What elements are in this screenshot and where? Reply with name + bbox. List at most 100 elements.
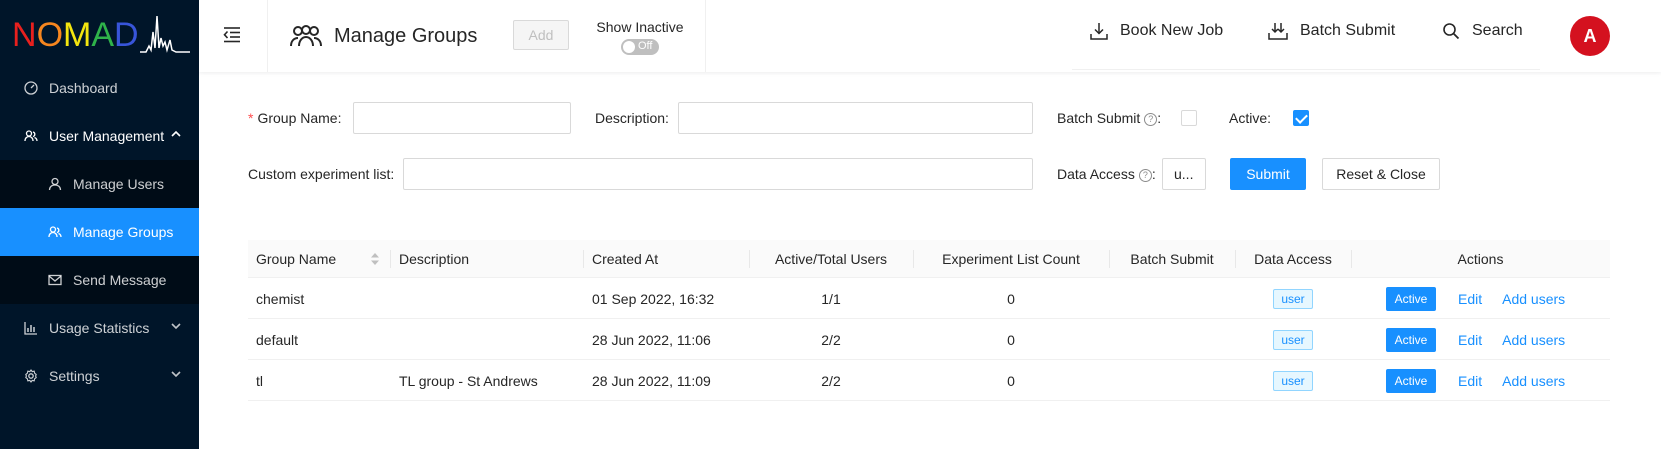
description-input[interactable] [678, 102, 1033, 134]
sidebar-item-label: User Management [49, 128, 165, 144]
description-label: Description: [595, 110, 669, 126]
table-row: tl TL group - St Andrews 28 Jun 2022, 11… [248, 360, 1610, 401]
cell-batch-submit [1109, 319, 1235, 360]
sidebar-item-settings[interactable]: Settings [0, 352, 199, 400]
logo-letter: A [91, 16, 115, 54]
book-new-job-label: Book New Job [1120, 22, 1224, 39]
sidebar-item-manage-users[interactable]: Manage Users [0, 160, 199, 208]
cell-experiment-count: 0 [1007, 372, 1015, 389]
logo-letter: O [36, 16, 64, 54]
search-label: Search [1472, 22, 1523, 39]
nomad-logo[interactable]: NOMAD [12, 10, 190, 56]
cell-created-at: 01 Sep 2022, 16:32 [592, 290, 715, 307]
data-access-select[interactable]: u... [1162, 158, 1206, 190]
edit-link[interactable]: Edit [1458, 291, 1482, 307]
edit-link[interactable]: Edit [1458, 332, 1482, 348]
column-header-experiment-count: Experiment List Count [942, 251, 1080, 267]
data-access-value: u... [1174, 166, 1194, 182]
add-users-link[interactable]: Add users [1502, 291, 1565, 307]
mail-icon [47, 272, 63, 288]
batch-submit-checkbox[interactable] [1181, 110, 1197, 126]
cell-data-access: user [1235, 360, 1351, 401]
column-header-users: Active/Total Users [774, 251, 888, 267]
book-new-job-button[interactable]: Book New Job [1090, 22, 1223, 40]
sidebar-item-user-management[interactable]: User Management [0, 112, 199, 160]
show-inactive-label: Show Inactive [596, 19, 684, 35]
group-name-label-text: Group Name [257, 110, 338, 126]
cell-created-at: 28 Jun 2022, 11:06 [592, 331, 711, 348]
custom-experiment-list-label: Custom experiment list: [248, 166, 395, 182]
batch-submit-button[interactable]: Batch Submit [1268, 22, 1395, 40]
cell-experiment-count: 0 [1007, 290, 1015, 307]
cell-actions: Active Edit Add users [1386, 360, 1565, 401]
cell-users: 2/2 [821, 331, 841, 348]
description-label-text: Description [595, 110, 666, 126]
sidebar-item-usage-statistics[interactable]: Usage Statistics [0, 304, 199, 352]
user-icon [47, 176, 63, 192]
sidebar-item-label: Manage Users [73, 176, 165, 192]
chevron-down-icon [171, 323, 181, 330]
access-tag: user [1273, 288, 1313, 309]
sidebar-item-manage-groups[interactable]: Manage Groups [0, 208, 199, 256]
cell-users: 2/2 [821, 372, 841, 389]
app-root: NOMAD Dashboard User Management Manage U… [0, 0, 1661, 449]
active-status-button[interactable]: Active [1386, 368, 1436, 393]
active-checkbox[interactable] [1293, 110, 1309, 126]
required-marker: * [248, 110, 254, 126]
show-inactive-control: Show Inactive Off [590, 19, 690, 60]
toggle-knob [623, 41, 635, 53]
active-status-button[interactable]: Active [1386, 286, 1436, 311]
cell-group-name: tl [256, 372, 263, 389]
gear-icon [23, 368, 39, 384]
team-icon [290, 25, 322, 47]
add-group-button[interactable]: Add [513, 20, 569, 50]
download-icon [1090, 23, 1108, 40]
menu-fold-icon[interactable] [222, 24, 242, 44]
sidebar-item-label: Usage Statistics [49, 320, 150, 336]
user-avatar[interactable]: A [1570, 16, 1610, 56]
sidebar-item-send-message[interactable]: Send Message [0, 256, 199, 304]
logo-letter: D [114, 16, 139, 54]
submit-button[interactable]: Submit [1230, 158, 1306, 190]
column-separator [390, 250, 391, 268]
group-name-input[interactable] [353, 102, 571, 134]
active-status-button[interactable]: Active [1386, 327, 1436, 352]
question-circle-icon[interactable]: ? [1144, 113, 1158, 126]
cell-data-access: user [1235, 319, 1351, 360]
header-underline [1072, 69, 1540, 70]
search-button[interactable]: Search [1442, 22, 1523, 40]
access-tag: user [1273, 329, 1313, 350]
edit-link[interactable]: Edit [1458, 373, 1482, 389]
show-inactive-toggle[interactable]: Off [621, 39, 659, 55]
sidebar-item-dashboard[interactable]: Dashboard [0, 64, 199, 112]
group-name-label: * Group Name: [248, 110, 342, 126]
toggle-text: Off [638, 40, 653, 52]
sidebar-item-label: Manage Groups [73, 224, 174, 240]
add-users-link[interactable]: Add users [1502, 332, 1565, 348]
column-header-created-at: Created At [592, 251, 659, 267]
table-row: default 28 Jun 2022, 11:06 2/2 0 user Ac… [248, 319, 1610, 360]
column-header-group-name[interactable]: Group Name [256, 240, 336, 278]
groups-table: Group Name Description Created At Active… [248, 240, 1610, 401]
add-users-link[interactable]: Add users [1502, 373, 1565, 389]
column-header-actions: Actions [1457, 251, 1504, 267]
logo-wordmark: NOMAD [12, 16, 139, 55]
chevron-down-icon [171, 371, 181, 378]
team-icon [23, 128, 39, 144]
cell-data-access: user [1235, 278, 1351, 319]
reset-close-button[interactable]: Reset & Close [1322, 158, 1440, 190]
column-header-data-access: Data Access [1254, 251, 1332, 267]
sort-icon[interactable] [371, 253, 379, 265]
question-circle-icon[interactable]: ? [1138, 169, 1152, 182]
logo-letter: N [12, 16, 37, 54]
header-divider [705, 0, 706, 72]
custom-experiment-list-input[interactable] [403, 158, 1033, 190]
cell-actions: Active Edit Add users [1386, 319, 1565, 360]
sidebar-item-label: Dashboard [49, 80, 118, 96]
search-icon [1443, 23, 1460, 40]
cell-users: 1/1 [821, 290, 841, 307]
cell-batch-submit [1109, 278, 1235, 319]
cell-experiment-count: 0 [1007, 331, 1015, 348]
cell-description: TL group - St Andrews [399, 372, 538, 389]
sidebar-item-label: Settings [49, 368, 100, 384]
